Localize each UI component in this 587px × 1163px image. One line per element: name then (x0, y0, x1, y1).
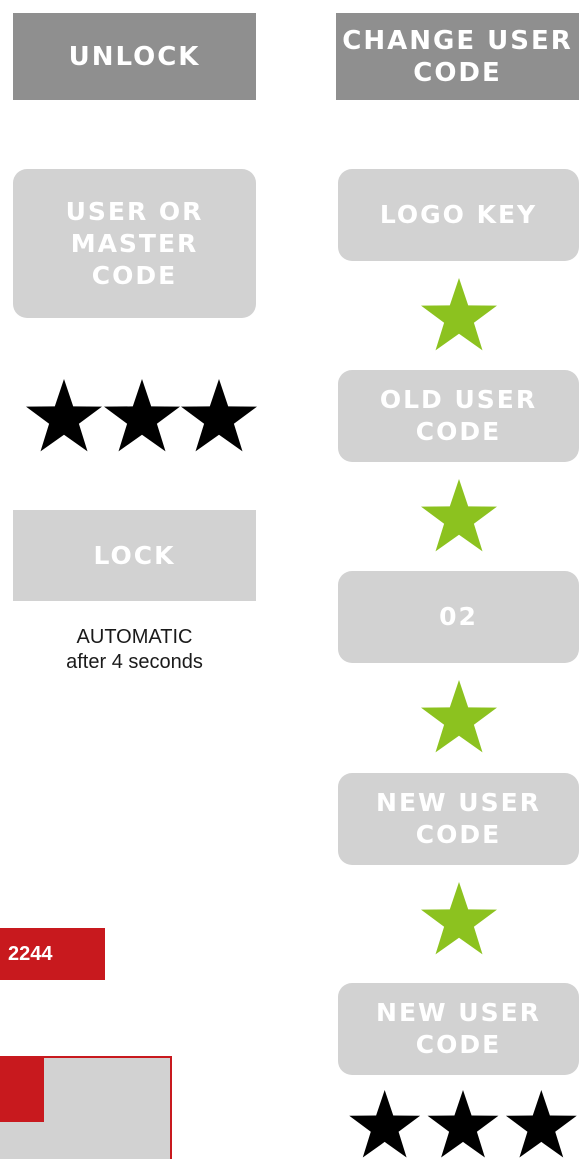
lock-box: LOCK (13, 510, 256, 601)
step-new-user-code: NEW USER CODE (338, 773, 579, 865)
unlock-header: UNLOCK (13, 13, 256, 100)
red-corner-block (0, 1056, 44, 1122)
star-icon (104, 379, 180, 452)
star-icon (349, 1090, 421, 1158)
star-icon (421, 479, 497, 552)
star-icon (505, 1090, 577, 1158)
user-or-master-code-box: USER OR MASTER CODE (13, 169, 256, 318)
unlock-confirmation-stars (25, 379, 257, 455)
star-icon (427, 1090, 499, 1158)
step-logo-key: LOGO KEY (338, 169, 579, 261)
step-old-user-code: OLD USER CODE (338, 370, 579, 462)
change-user-code-header: CHANGE USER CODE (336, 13, 579, 100)
star-icon (421, 882, 497, 955)
lock-note: AUTOMATIC after 4 seconds (66, 626, 203, 673)
final-confirmation-stars (340, 1090, 586, 1159)
star-icon (181, 379, 257, 452)
step-02: 02 (338, 571, 579, 663)
star-icon (421, 680, 497, 753)
star-icon (26, 379, 102, 452)
step-new-user-code-confirm: NEW USER CODE (338, 983, 579, 1075)
star-icon (421, 278, 497, 351)
stars-group (349, 1090, 577, 1158)
code-2244-tab: 2244 (0, 928, 105, 980)
stars-group (26, 379, 257, 452)
